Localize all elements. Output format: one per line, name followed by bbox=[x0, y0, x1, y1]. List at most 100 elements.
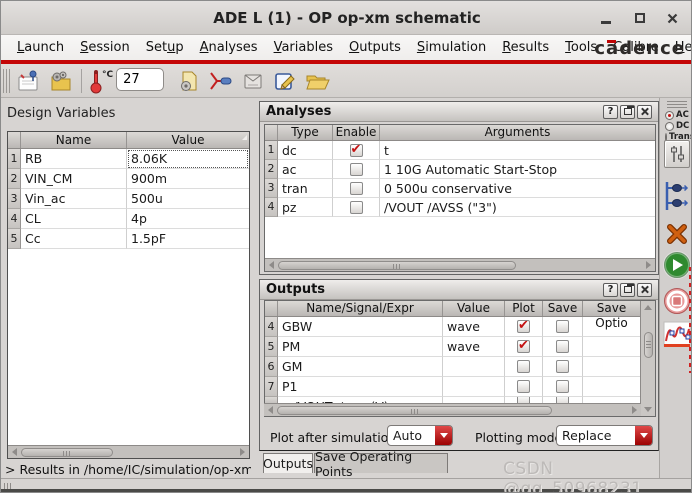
analyses-horizontal-scrollbar[interactable] bbox=[265, 258, 655, 271]
variable-value-cell[interactable]: 900m bbox=[127, 169, 249, 189]
help-button[interactable]: ? bbox=[603, 105, 618, 119]
radio-dc[interactable]: DC bbox=[660, 121, 692, 131]
plot-checkbox[interactable] bbox=[517, 320, 530, 333]
menu-simulation[interactable]: Simulation bbox=[409, 38, 494, 57]
variable-name-cell[interactable]: VIN_CM bbox=[21, 169, 127, 189]
table-row[interactable]: 6 GM bbox=[265, 357, 655, 377]
tab-outputs[interactable]: Outputs bbox=[263, 453, 313, 473]
scroll-left-icon[interactable] bbox=[264, 404, 277, 417]
menu-outputs[interactable]: Outputs bbox=[341, 38, 409, 57]
toolbar-grip[interactable] bbox=[667, 101, 687, 108]
menu-results[interactable]: Results bbox=[494, 38, 557, 57]
table-row[interactable]: 4 pz /VOUT /AVSS ("3") bbox=[265, 198, 655, 217]
stop-simulation-button[interactable] bbox=[663, 287, 691, 315]
row-number[interactable]: 5 bbox=[265, 337, 278, 357]
analysis-type-cell[interactable]: pz bbox=[278, 198, 333, 217]
help-button[interactable]: ? bbox=[603, 283, 618, 297]
table-row[interactable]: 5 PM wave bbox=[265, 337, 655, 357]
enable-checkbox[interactable] bbox=[350, 163, 363, 176]
row-number[interactable]: 3 bbox=[8, 189, 21, 209]
plot-outputs-button[interactable] bbox=[663, 321, 691, 348]
simulation-files-button[interactable] bbox=[174, 67, 204, 95]
plot-checkbox[interactable] bbox=[517, 340, 530, 353]
row-number[interactable]: 3 bbox=[265, 179, 278, 198]
outputs-vertical-scrollbar[interactable] bbox=[640, 301, 655, 416]
analysis-args-cell[interactable]: t bbox=[380, 141, 655, 160]
enable-checkbox[interactable] bbox=[350, 201, 363, 214]
table-row[interactable]: 3 tran 0 500u conservative bbox=[265, 179, 655, 198]
row-number[interactable]: 4 bbox=[8, 209, 21, 229]
save-checkbox[interactable] bbox=[556, 360, 569, 373]
run-simulation-button[interactable] bbox=[663, 251, 691, 279]
menu-analyses[interactable]: Analyses bbox=[192, 38, 266, 57]
variable-name-cell[interactable]: Vin_ac bbox=[21, 189, 127, 209]
analysis-type-cell[interactable]: tran bbox=[278, 179, 333, 198]
title-bar[interactable]: ADE L (1) - OP op-xm schematic bbox=[1, 1, 692, 35]
variable-name-cell[interactable]: Cc bbox=[21, 229, 127, 249]
variable-value-cell[interactable]: 500u bbox=[127, 189, 249, 209]
table-row[interactable]: 4 CL 4p bbox=[8, 209, 249, 229]
temperature-input[interactable] bbox=[116, 68, 164, 91]
scroll-right-icon[interactable] bbox=[642, 259, 655, 272]
minimize-button[interactable] bbox=[597, 10, 615, 26]
variable-name-cell[interactable]: RB bbox=[21, 149, 127, 169]
variable-value-cell[interactable]: 4p bbox=[127, 209, 249, 229]
menu-launch[interactable]: Launch bbox=[9, 38, 72, 57]
save-options-cell[interactable] bbox=[583, 337, 641, 357]
scroll-right-icon[interactable] bbox=[628, 404, 641, 417]
row-number[interactable]: 2 bbox=[265, 160, 278, 179]
open-results-button[interactable] bbox=[302, 67, 332, 95]
scrollbar-thumb[interactable] bbox=[277, 406, 552, 415]
radio-ac[interactable]: AC bbox=[660, 110, 692, 120]
tab-save-operating-points[interactable]: Save Operating Points bbox=[314, 453, 448, 473]
save-options-cell[interactable] bbox=[583, 357, 641, 377]
scrollbar-thumb[interactable] bbox=[644, 332, 653, 358]
analysis-options-button[interactable] bbox=[664, 140, 690, 168]
plot-checkbox[interactable] bbox=[517, 360, 530, 373]
row-number[interactable]: 4 bbox=[265, 317, 278, 337]
outputs-horizontal-scrollbar[interactable] bbox=[264, 403, 641, 416]
scroll-left-icon[interactable] bbox=[8, 446, 21, 459]
variable-name-cell[interactable]: CL bbox=[21, 209, 127, 229]
scrollbar-thumb[interactable] bbox=[278, 261, 516, 270]
col-value[interactable]: Value bbox=[443, 301, 505, 316]
table-row[interactable]: 5 Cc 1.5pF bbox=[8, 229, 249, 249]
table-row[interactable]: 1 dc t bbox=[265, 141, 655, 160]
table-row[interactable]: 7 P1 bbox=[265, 377, 655, 397]
save-checkbox[interactable] bbox=[556, 320, 569, 333]
edit-log-button[interactable] bbox=[270, 67, 300, 95]
table-row[interactable]: 2 ac 1 10G Automatic Start-Stop bbox=[265, 160, 655, 179]
col-save[interactable]: Save bbox=[543, 301, 583, 316]
row-number[interactable]: 6 bbox=[265, 357, 278, 377]
variable-value-cell[interactable]: 1.5pF bbox=[127, 229, 249, 249]
menu-variables[interactable]: Variables bbox=[266, 38, 341, 57]
stimuli-button[interactable] bbox=[206, 67, 236, 95]
dv-horizontal-scrollbar[interactable] bbox=[8, 445, 249, 458]
enable-checkbox[interactable] bbox=[350, 182, 363, 195]
menu-session[interactable]: Session bbox=[72, 38, 138, 57]
col-save-options[interactable]: Save Optio bbox=[583, 301, 641, 316]
col-type[interactable]: Type bbox=[278, 125, 333, 140]
setup-environment-button[interactable] bbox=[46, 67, 76, 95]
enable-checkbox[interactable] bbox=[350, 144, 363, 157]
select-nets-button[interactable] bbox=[663, 178, 691, 214]
table-row[interactable]: 2 VIN_CM 900m bbox=[8, 169, 249, 189]
col-name-signal-expr[interactable]: Name/Signal/Expr bbox=[278, 301, 443, 316]
col-arguments[interactable]: Arguments bbox=[380, 125, 655, 140]
row-number[interactable]: 2 bbox=[8, 169, 21, 189]
table-row[interactable]: 1 RB 8.06K bbox=[8, 149, 249, 169]
plotting-mode-dropdown[interactable]: Replace bbox=[556, 425, 653, 446]
outputs-title-bar[interactable]: Outputs ? bbox=[260, 280, 658, 300]
save-checkbox[interactable] bbox=[556, 380, 569, 393]
menu-setup[interactable]: Setup bbox=[138, 38, 192, 57]
variable-value-cell[interactable]: 8.06K bbox=[127, 149, 249, 169]
col-plot[interactable]: Plot bbox=[505, 301, 543, 316]
analysis-type-cell[interactable]: ac bbox=[278, 160, 333, 179]
table-row[interactable]: 3 Vin_ac 500u bbox=[8, 189, 249, 209]
output-name-cell[interactable]: GBW bbox=[278, 317, 443, 337]
float-panel-button[interactable] bbox=[620, 283, 635, 297]
delete-button[interactable] bbox=[665, 221, 689, 247]
dropdown-arrow-button[interactable] bbox=[635, 426, 652, 445]
row-number[interactable]: 1 bbox=[8, 149, 21, 169]
toolbar-grip[interactable] bbox=[3, 69, 10, 93]
